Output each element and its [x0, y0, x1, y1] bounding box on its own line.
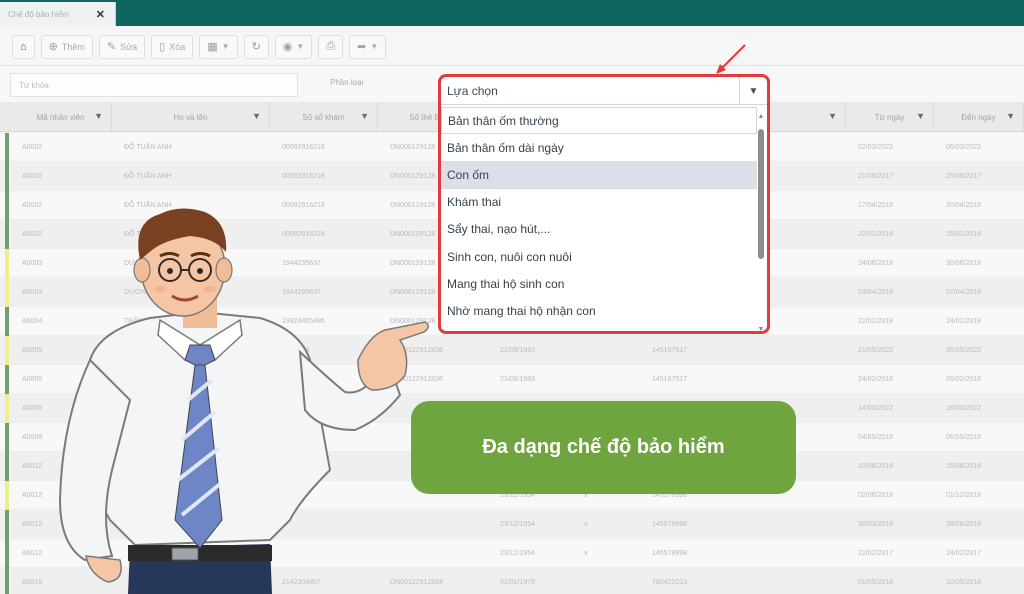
dropdown-option[interactable]: Con ốm	[441, 161, 757, 189]
dropdown-option[interactable]: Bản thân ốm dài ngày	[441, 134, 757, 161]
scroll-up-icon[interactable]: ▲	[757, 113, 765, 120]
chevron-down-icon: ▼	[748, 85, 759, 97]
dropdown-option[interactable]: Khám thai	[441, 189, 757, 216]
dropdown-selected-value[interactable]: Lựa chọn ▼	[441, 77, 767, 105]
feature-banner: Đa dạng chế độ bảo hiểm	[411, 401, 796, 494]
dropdown-option[interactable]: Mang thai hộ sinh con	[441, 270, 757, 297]
dropdown-toggle-button[interactable]: ▼	[739, 77, 767, 105]
dropdown-option[interactable]: Sinh con, nuôi con nuôi	[441, 243, 757, 270]
insurance-type-dropdown[interactable]: Lựa chọn ▼ Bản thân ốm thường Bản thân ốm…	[438, 74, 770, 334]
dropdown-scrollbar[interactable]: ▲ ▼	[757, 113, 765, 331]
scroll-down-icon[interactable]: ▼	[757, 326, 765, 331]
dropdown-option[interactable]: Sẩy thai, nạo hút,...	[441, 216, 757, 243]
scrollbar-thumb[interactable]	[758, 129, 764, 259]
dropdown-option[interactable]: Nhờ mang thai hộ nhận con	[441, 297, 757, 324]
banner-text: Đa dạng chế độ bảo hiểm	[482, 436, 725, 458]
dropdown-options-list: Bản thân ốm thường Bản thân ốm dài ngày Co…	[441, 107, 757, 325]
dropdown-value-text: Lựa chọn	[447, 83, 498, 98]
dropdown-option[interactable]: Bản thân ốm thường	[441, 107, 757, 135]
